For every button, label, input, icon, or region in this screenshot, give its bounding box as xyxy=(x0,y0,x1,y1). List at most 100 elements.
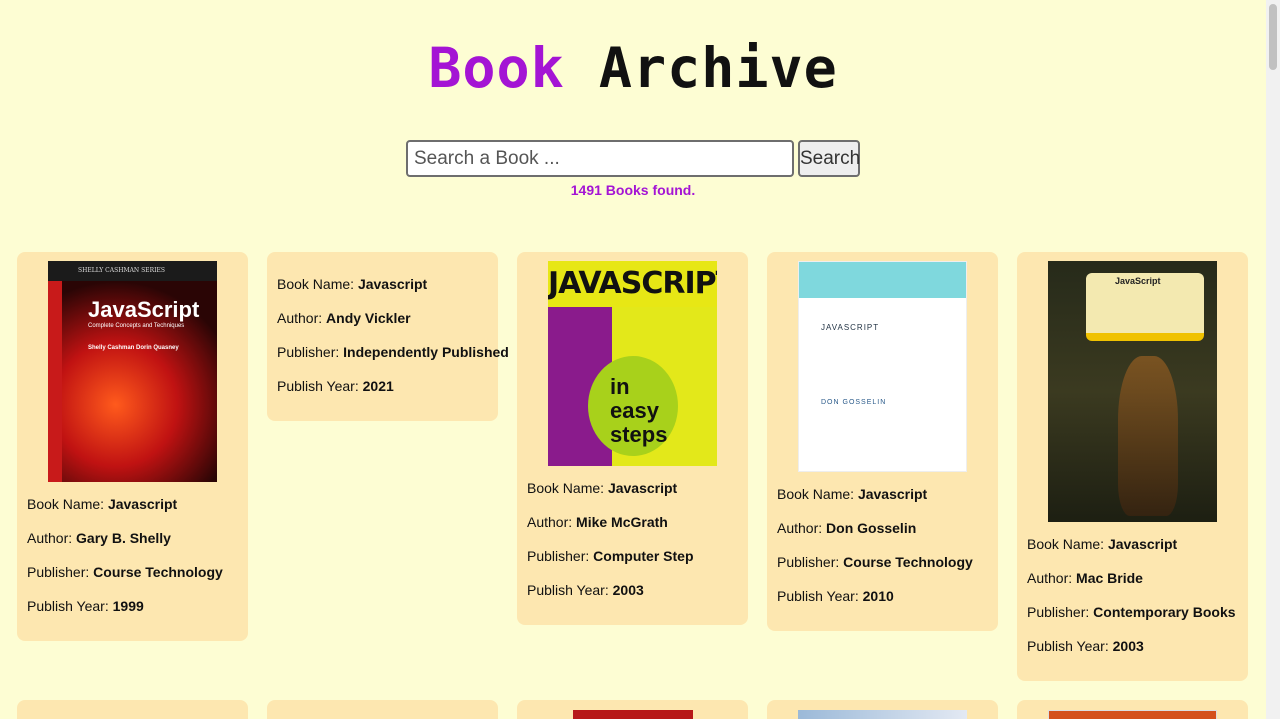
label: Book Name: xyxy=(777,486,858,502)
cover-band xyxy=(799,262,966,298)
year-row: Publish Year: 2010 xyxy=(777,588,988,604)
cover-subtitle-2: easy steps xyxy=(610,398,668,447)
publisher-row: Publisher: Computer Step xyxy=(527,548,738,564)
label: Publisher: xyxy=(27,564,94,580)
book-card[interactable] xyxy=(767,700,998,719)
book-name: Javascript xyxy=(357,276,428,292)
book-name-row: Book Name: Javascript xyxy=(1027,536,1238,552)
book-year: 2021 xyxy=(362,378,394,394)
year-row: Publish Year: 1999 xyxy=(27,598,238,614)
label: Publish Year: xyxy=(277,378,363,394)
book-cover xyxy=(573,710,693,719)
book-card[interactable] xyxy=(267,700,498,719)
book-publisher: Course Technology xyxy=(843,554,973,570)
book-name: Javascript xyxy=(1107,536,1178,552)
book-card[interactable]: JavaScript Book Name: Javascript Author:… xyxy=(1017,252,1248,681)
label: Author: xyxy=(1027,570,1077,586)
book-year: 1999 xyxy=(112,598,144,614)
book-author: Mike McGrath xyxy=(576,514,668,530)
book-name-row: Book Name: Javascript xyxy=(777,486,988,502)
cover-giraffe xyxy=(1118,356,1178,516)
label: Author: xyxy=(777,520,827,536)
publisher-row: Publisher: Course Technology xyxy=(777,554,988,570)
book-card[interactable] xyxy=(17,700,248,719)
year-row: Publish Year: 2003 xyxy=(527,582,738,598)
cover-subtitle: Complete Concepts and Techniques xyxy=(88,323,185,329)
book-card[interactable]: JAVASCRIPT DON GOSSELIN Book Name: Javas… xyxy=(767,252,998,631)
book-publisher: Course Technology xyxy=(93,564,223,580)
book-name: Javascript xyxy=(857,486,928,502)
book-publisher: Independently Published xyxy=(343,344,509,360)
label: Publish Year: xyxy=(527,582,613,598)
book-name: Javascript xyxy=(607,480,678,496)
book-cover: SHELLY CASHMAN SERIES JavaScript Complet… xyxy=(48,261,217,482)
cover-title: JavaScript xyxy=(88,297,200,322)
book-publisher: Contemporary Books xyxy=(1093,604,1236,620)
book-publisher: Computer Step xyxy=(593,548,694,564)
cover-stripe xyxy=(48,261,62,482)
cover-series: SHELLY CASHMAN SERIES xyxy=(48,261,217,281)
label: Author: xyxy=(27,530,77,546)
book-cover: JavaScript xyxy=(1048,261,1217,522)
cover-subtitle: in easy steps xyxy=(610,375,717,447)
book-cover: JAVASCRIPT in easy steps xyxy=(548,261,717,466)
label: Publisher: xyxy=(1027,604,1094,620)
cover-subtitle-1: in xyxy=(610,374,630,399)
label: Publisher: xyxy=(277,344,344,360)
label: Author: xyxy=(527,514,577,530)
book-author: Andy Vickler xyxy=(326,310,411,326)
book-year: 2003 xyxy=(1112,638,1144,654)
book-card[interactable]: Book Name: Javascript Author: Andy Vickl… xyxy=(267,252,509,421)
search-input[interactable] xyxy=(406,140,794,177)
label: Publisher: xyxy=(527,548,594,564)
label: Book Name: xyxy=(277,276,358,292)
book-name-row: Book Name: Javascript xyxy=(27,496,238,512)
author-row: Author: Andy Vickler xyxy=(277,310,488,326)
book-name-row: Book Name: Javascript xyxy=(277,276,488,292)
book-cover xyxy=(798,710,967,719)
publisher-row: Publisher: Independently Published xyxy=(277,344,509,360)
label: Publish Year: xyxy=(1027,638,1113,654)
cover-author: DON GOSSELIN xyxy=(821,399,887,406)
publisher-row: Publisher: Contemporary Books xyxy=(1027,604,1238,620)
cover-title: JavaScript xyxy=(1115,276,1161,286)
label: Publish Year: xyxy=(777,588,863,604)
cover-title: JAVASCRIPT xyxy=(548,261,717,307)
book-card[interactable] xyxy=(1017,700,1248,719)
label: Publish Year: xyxy=(27,598,113,614)
book-author: Mac Bride xyxy=(1076,570,1143,586)
book-author: Gary B. Shelly xyxy=(76,530,171,546)
search-bar: Search xyxy=(406,140,860,177)
scrollbar[interactable] xyxy=(1266,0,1280,719)
label: Publisher: xyxy=(777,554,844,570)
year-row: Publish Year: 2003 xyxy=(1027,638,1238,654)
book-name-row: Book Name: Javascript xyxy=(527,480,738,496)
label: Book Name: xyxy=(1027,536,1108,552)
year-row: Publish Year: 2021 xyxy=(277,378,488,394)
publisher-row: Publisher: Course Technology xyxy=(27,564,238,580)
book-year: 2003 xyxy=(612,582,644,598)
book-name: Javascript xyxy=(107,496,178,512)
title-archive: Archive xyxy=(598,36,838,100)
results-count: 1491 Books found. xyxy=(570,182,696,198)
scrollbar-thumb[interactable] xyxy=(1269,4,1277,70)
cover-authors: Shelly Cashman Dorin Quasney xyxy=(88,345,179,351)
book-cover: JAVASCRIPT DON GOSSELIN xyxy=(798,261,967,472)
label: Book Name: xyxy=(27,496,108,512)
title-book: Book xyxy=(428,36,565,100)
label: Book Name: xyxy=(527,480,608,496)
book-year: 2010 xyxy=(862,588,894,604)
book-card[interactable]: SHELLY CASHMAN SERIES JavaScript Complet… xyxy=(17,252,248,641)
label: Author: xyxy=(277,310,327,326)
author-row: Author: Don Gosselin xyxy=(777,520,988,536)
cover-title: JAVASCRIPT xyxy=(821,323,880,332)
author-row: Author: Gary B. Shelly xyxy=(27,530,238,546)
page-title: Book Archive xyxy=(0,36,1266,100)
book-card[interactable] xyxy=(517,700,748,719)
book-card[interactable]: JAVASCRIPT in easy steps Book Name: Javas… xyxy=(517,252,748,625)
author-row: Author: Mike McGrath xyxy=(527,514,738,530)
author-row: Author: Mac Bride xyxy=(1027,570,1238,586)
book-author: Don Gosselin xyxy=(826,520,917,536)
book-cover xyxy=(1048,710,1217,719)
search-button[interactable]: Search xyxy=(798,140,860,177)
